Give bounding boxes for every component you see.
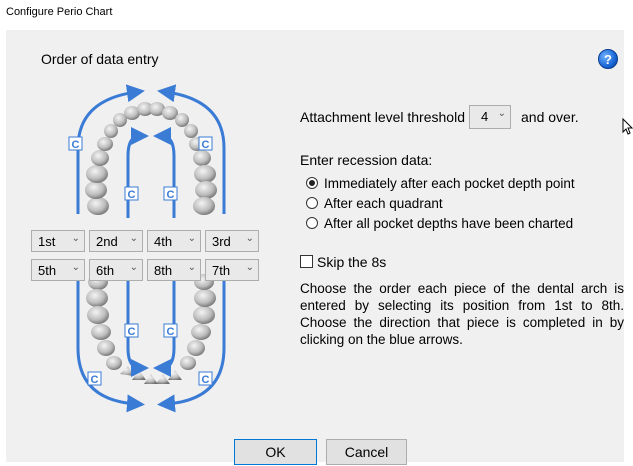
chevron-down-icon: ⌄ [129, 262, 138, 273]
order-select-lower-1[interactable]: 5th ⌄ [31, 259, 85, 281]
svg-text:C: C [202, 139, 210, 151]
order-select-upper-3[interactable]: 4th ⌄ [147, 230, 201, 252]
order-select-lower-4[interactable]: 7th ⌄ [205, 259, 259, 281]
svg-text:C: C [128, 189, 136, 201]
order-select-lower-2[interactable]: 6th ⌄ [89, 259, 143, 281]
refresh-icon: C [87, 371, 102, 386]
window-title: Configure Perio Chart [6, 6, 113, 18]
chevron-down-icon: ⌄ [245, 262, 254, 273]
help-icon[interactable]: ? [598, 49, 618, 69]
svg-text:C: C [72, 139, 80, 151]
recession-title: Enter recession data: [300, 152, 433, 168]
svg-text:C: C [91, 374, 99, 386]
threshold-label: Attachment level threshold [300, 109, 465, 125]
order-select-upper-4[interactable]: 3rd ⌄ [205, 230, 259, 252]
refresh-icon: C [163, 186, 178, 201]
title-bar: Configure Perio Chart [0, 0, 633, 26]
refresh-icon: C [124, 323, 139, 338]
svg-text:C: C [167, 189, 175, 201]
upper-teeth [85, 102, 217, 215]
radio-button[interactable] [306, 197, 318, 209]
svg-text:C: C [167, 326, 175, 338]
svg-text:C: C [128, 326, 136, 338]
radio-recession-all[interactable]: After all pocket depths have been charte… [306, 216, 573, 231]
chevron-down-icon: ⌄ [187, 262, 196, 273]
order-select-upper-2[interactable]: 2nd ⌄ [89, 230, 143, 252]
mouse-cursor-icon [622, 118, 633, 135]
chevron-down-icon: ⌄ [71, 262, 80, 273]
chevron-down-icon: ⌄ [245, 233, 254, 244]
ok-button[interactable]: OK [234, 439, 317, 465]
checkbox[interactable] [300, 255, 313, 268]
chevron-down-icon: ⌄ [187, 233, 196, 244]
threshold-suffix: and over. [521, 109, 579, 125]
section-title: Order of data entry [41, 51, 159, 67]
radio-button[interactable] [306, 177, 318, 189]
radio-recession-immediate[interactable]: Immediately after each pocket depth poin… [306, 176, 575, 191]
lower-teeth [86, 274, 216, 384]
order-select-lower-3[interactable]: 8th ⌄ [147, 259, 201, 281]
refresh-icon: C [124, 186, 139, 201]
cancel-button[interactable]: Cancel [326, 439, 407, 465]
chevron-down-icon: ⌄ [129, 233, 138, 244]
threshold-select[interactable]: 4 ⌄ [469, 105, 511, 129]
svg-text:C: C [202, 374, 210, 386]
chevron-down-icon: ⌄ [71, 233, 80, 244]
refresh-icon: C [68, 136, 83, 151]
order-select-upper-1[interactable]: 1st ⌄ [31, 230, 85, 252]
refresh-icon: C [163, 323, 178, 338]
refresh-icon: C [198, 371, 213, 386]
skip-8s-checkbox[interactable]: Skip the 8s [300, 254, 386, 270]
radio-recession-quadrant[interactable]: After each quadrant [306, 196, 443, 211]
chevron-down-icon: ⌄ [497, 108, 506, 119]
refresh-icon: C [198, 136, 213, 151]
instructions-text: Choose the order each piece of the denta… [300, 281, 624, 347]
radio-button[interactable] [306, 217, 318, 229]
dialog-panel: Order of data entry ? C C C C C C C C 1s… [6, 30, 624, 465]
